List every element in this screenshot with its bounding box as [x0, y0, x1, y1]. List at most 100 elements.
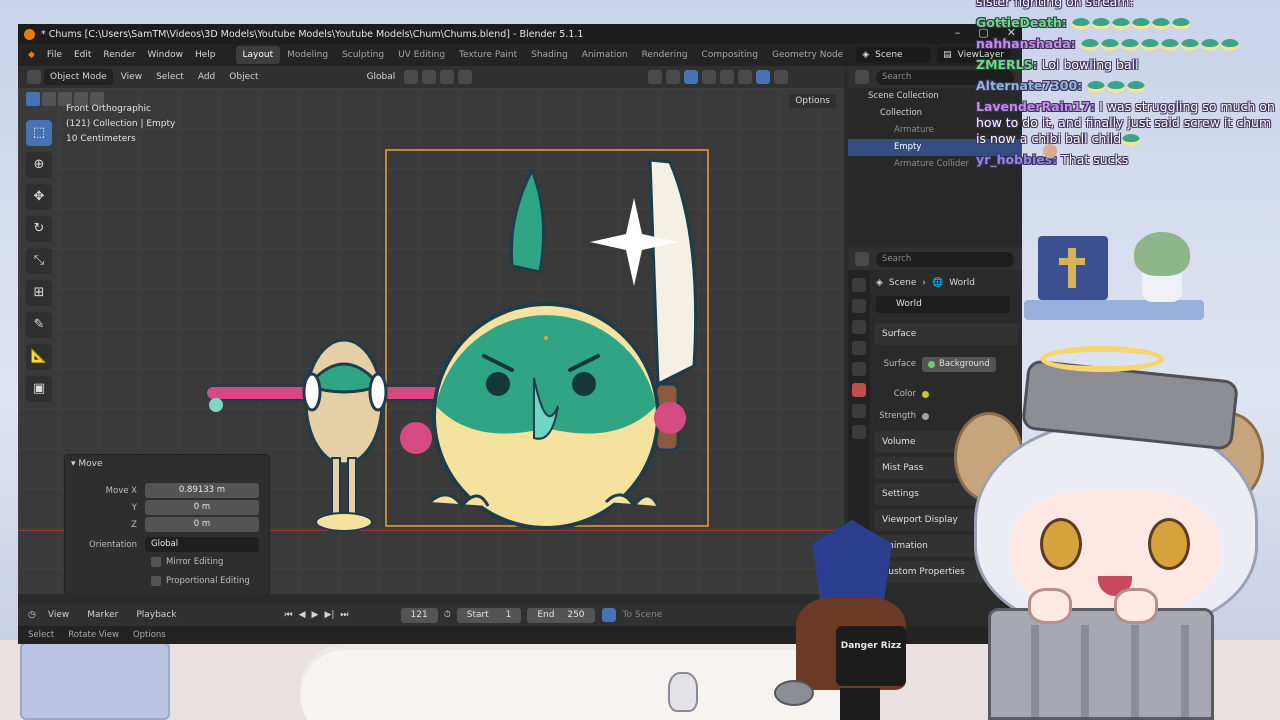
jump-start-icon[interactable]: ⏮	[285, 610, 293, 620]
render-tab-icon[interactable]	[852, 299, 866, 313]
chum-emote-icon	[1107, 80, 1126, 93]
friend-character	[302, 338, 388, 532]
object-tab-icon[interactable]	[852, 425, 866, 439]
chum-emote-icon	[1122, 133, 1141, 146]
scene-name: Scene	[875, 50, 903, 60]
play-icon[interactable]: ▶	[312, 610, 319, 620]
tab-sculpting[interactable]: Sculpting	[335, 46, 391, 64]
chum-emote-icon	[1080, 38, 1099, 51]
chum-emote-icon	[1220, 38, 1239, 51]
end-frame-field[interactable]: End 250	[527, 607, 595, 623]
timeline-playback-menu[interactable]: Playback	[130, 607, 182, 623]
move-y-field[interactable]: 0 m	[145, 500, 259, 515]
blender-menu-icon[interactable]: ◆	[22, 44, 41, 66]
collection-tab-icon[interactable]	[852, 404, 866, 418]
proportional-editing-label: Proportional Editing	[166, 576, 250, 586]
right-eye	[1148, 518, 1190, 570]
minimize-icon[interactable]: –	[955, 26, 961, 39]
menu-render[interactable]: Render	[97, 44, 141, 66]
surface-label: Surface	[883, 359, 916, 369]
proportional-editing-box[interactable]	[151, 576, 161, 586]
window-title: * Chums [C:\Users\SamTM\Videos\3D Models…	[41, 28, 584, 40]
chum-emote-icon	[1120, 38, 1139, 51]
move-x-field[interactable]: 0.89133 m	[145, 483, 259, 498]
tab-texture-paint[interactable]: Texture Paint	[452, 46, 524, 64]
cloud-rug	[300, 650, 860, 720]
proportional-editing-checkbox[interactable]: Proportional Editing	[151, 576, 250, 586]
chat-text: That sucks	[1061, 152, 1129, 167]
view-layer-icon: ▤	[943, 50, 952, 60]
world-tab-icon[interactable]	[852, 383, 866, 397]
menu-help[interactable]: Help	[189, 44, 222, 66]
world-datablock-field[interactable]: World	[876, 296, 1010, 313]
move-operator-panel[interactable]: ▾ Move Move X 0.89133 m Y 0 m Z 0 m Orie…	[64, 454, 270, 594]
prev-keyframe-icon[interactable]: ◀	[299, 610, 306, 620]
move-y-row: Y 0 m	[65, 500, 271, 515]
next-keyframe-icon[interactable]: ▶|	[324, 610, 334, 620]
menu-edit[interactable]: Edit	[68, 44, 97, 66]
vtuber-avatar	[944, 340, 1280, 720]
mirror-editing-box[interactable]	[151, 557, 161, 567]
color-socket-icon[interactable]	[922, 390, 929, 398]
status-select-hint: Select	[28, 630, 55, 640]
panel-collapse-icon[interactable]: ▾	[71, 459, 76, 469]
move-z-row: Z 0 m	[65, 517, 271, 532]
scene-icon: ◈	[862, 50, 870, 60]
to-scene-label[interactable]: To Scene	[623, 610, 663, 620]
chum-emote-icon	[1127, 80, 1146, 93]
chum-emote-icon	[1180, 38, 1199, 51]
tab-layout[interactable]: Layout	[235, 46, 281, 64]
properties-editor-icon[interactable]	[855, 252, 869, 266]
3d-viewport[interactable]: Object Mode View Select Add Object Globa…	[18, 66, 844, 594]
tool-tab-icon[interactable]	[852, 278, 866, 292]
output-tab-icon[interactable]	[852, 320, 866, 334]
plant-pot	[1142, 272, 1182, 302]
mirror-editing-checkbox[interactable]: Mirror Editing	[151, 557, 223, 567]
chum-emote-icon	[1091, 17, 1110, 30]
view-layer-tab-icon[interactable]	[852, 341, 866, 355]
white-mouse	[668, 672, 698, 712]
tab-modeling[interactable]: Modeling	[280, 46, 335, 64]
start-frame-field[interactable]: Start 1	[456, 607, 522, 623]
chat-text: Lol bowling ball	[1041, 57, 1139, 72]
strength-label: Strength	[879, 411, 916, 421]
strength-socket-icon[interactable]	[922, 412, 929, 420]
bible-book	[1038, 236, 1108, 300]
current-frame-field[interactable]: 121	[400, 607, 438, 623]
left-hand	[1028, 588, 1072, 624]
timeline-editor-icon[interactable]: ◷	[28, 610, 36, 620]
tab-uv-editing[interactable]: UV Editing	[391, 46, 452, 64]
chat-message: sister fighting on stream:	[976, 0, 1276, 10]
status-rotate-hint: Rotate View	[68, 630, 119, 640]
tab-geometry-nodes[interactable]: Geometry Node	[765, 46, 850, 64]
chum-emote-icon	[1171, 17, 1190, 30]
menu-file[interactable]: File	[41, 44, 68, 66]
breadcrumb-scene: Scene	[888, 278, 917, 288]
right-hand	[1114, 588, 1158, 624]
move-z-field[interactable]: 0 m	[145, 517, 259, 532]
jump-end-icon[interactable]: ⏭	[340, 610, 348, 620]
tab-compositing[interactable]: Compositing	[695, 46, 765, 64]
menu-window[interactable]: Window	[141, 44, 189, 66]
tab-animation[interactable]: Animation	[575, 46, 635, 64]
move-x-label: Move X	[105, 485, 137, 496]
keying-icon[interactable]	[601, 608, 616, 622]
grey-mouse	[774, 680, 814, 706]
left-eye	[1040, 518, 1082, 570]
scene-selector[interactable]: ◈ Scene	[856, 47, 932, 63]
stopwatch-icon[interactable]: ⏱	[444, 610, 451, 620]
shader-socket-icon	[928, 360, 935, 368]
mirror-editing-label: Mirror Editing	[166, 557, 224, 567]
properties-search-input[interactable]: Search	[876, 251, 1014, 267]
end-value: 250	[567, 609, 585, 620]
outliner-editor-icon[interactable]	[855, 70, 869, 84]
timeline-view-menu[interactable]: View	[42, 607, 75, 623]
orientation-dropdown[interactable]: Global	[145, 537, 259, 552]
timeline-header: ◷ View Marker Playback ⏮ ◀ ▶ ▶| ⏭ 121 ⏱ …	[18, 604, 844, 626]
chat-message: yr_hobbies: That sucks	[976, 152, 1276, 168]
timeline-marker-menu[interactable]: Marker	[81, 607, 124, 623]
tab-rendering[interactable]: Rendering	[635, 46, 695, 64]
scene-tab-icon[interactable]	[852, 362, 866, 376]
tab-shading[interactable]: Shading	[524, 46, 575, 64]
chat-username: Alternate7300:	[976, 78, 1083, 93]
